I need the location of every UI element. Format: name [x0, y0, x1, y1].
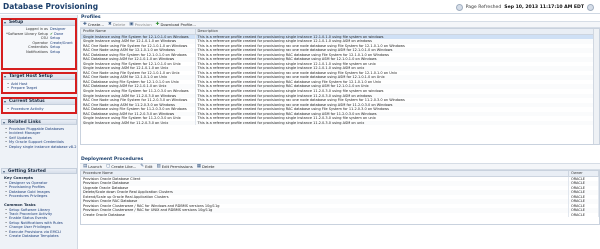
- related-links-header[interactable]: Related Links: [1, 119, 77, 125]
- setup-value-link[interactable]: Setup: [50, 50, 76, 54]
- profile-description-cell: This is a reference profile created for …: [195, 120, 599, 126]
- setup-key: Operator: [32, 40, 48, 45]
- profiles-toolbar: ✚ Create... ✖ Delete ▣ Provision ✚ Download …: [80, 21, 600, 28]
- target-host-header[interactable]: Target Host Setup: [3, 74, 75, 80]
- create-profile-button[interactable]: ✚ Create...: [83, 22, 104, 27]
- delete-procedure-button[interactable]: ▦ Delete: [197, 164, 215, 169]
- setup-value-link[interactable]: Done: [50, 32, 76, 36]
- edit-icon: ✎: [140, 164, 145, 169]
- setup-key: Notifications: [26, 49, 48, 54]
- delete-icon: ✖: [108, 22, 112, 27]
- related-links-list: Provision Pluggable DatabasesIncident Ma…: [1, 125, 77, 151]
- create-icon: ✚: [83, 22, 87, 27]
- delete-procedure-label: Delete: [202, 164, 215, 169]
- refresh-area: Page Refreshed Sep 10, 2013 11:17:10 AM …: [455, 4, 594, 11]
- provision-label: Provision: [134, 22, 152, 27]
- deployment-table: Procedure Name Owner Provision Oracle Dat…: [80, 170, 600, 225]
- key-concept-link[interactable]: Procedures Privileges: [5, 194, 73, 199]
- common-tasks-list: Setup Software LibraryTrack Procedure Ac…: [1, 208, 77, 241]
- provision-button[interactable]: ▣ Provision: [129, 22, 151, 27]
- create-label: Create...: [87, 22, 105, 27]
- delete-label: Delete: [112, 22, 126, 27]
- common-tasks-title: Common Tasks: [4, 201, 36, 207]
- procedure-name-cell: Create Oracle Database: [81, 212, 569, 218]
- target-host-panel: Target Host Setup Add HostPrepare Target: [1, 72, 77, 94]
- getting-started-panel: Getting Started Key Concepts Designer vs…: [1, 168, 77, 240]
- delete-profile-button[interactable]: ✖ Delete: [108, 22, 125, 27]
- help-icon[interactable]: [455, 4, 463, 11]
- edit-permissions-button[interactable]: ▥ Edit Permissions: [156, 164, 192, 169]
- profile-name-cell: RAC One Node using File System for 11.2.…: [81, 98, 196, 103]
- setup-header[interactable]: Setup: [3, 20, 75, 26]
- current-status-link[interactable]: Procedure Activity: [7, 107, 71, 112]
- deployment-body: Provision Oracle Database Client ORACLE Pr…: [81, 176, 599, 218]
- create-like-button[interactable]: ▢ Create Like...: [106, 164, 136, 169]
- main-content: Profiles ✚ Create... ✖ Delete ▣ Provision ✚…: [80, 15, 600, 249]
- refresh-icon[interactable]: [587, 4, 594, 11]
- setup-key: CSU: [40, 36, 48, 40]
- refresh-label: Page Refreshed: [465, 5, 502, 10]
- setup-value-link[interactable]: Create/Grant: [50, 41, 76, 45]
- setup-grid: Logged in as Designer *Software Library Se…: [3, 26, 75, 55]
- launch-button[interactable]: ▤ Launch: [83, 164, 102, 169]
- related-link[interactable]: Deploy single instance database v8.2: [5, 145, 77, 150]
- current-status-header[interactable]: Current Status: [3, 99, 75, 105]
- page-title: Database Provisioning: [3, 2, 99, 11]
- profile-name-cell: Single Instance using File System for 11…: [81, 89, 196, 94]
- edit-permissions-label: Edit Permissions: [161, 164, 193, 169]
- refresh-time: Sep 10, 2013 11:17:10 AM EDT: [504, 5, 584, 10]
- download-icon: ✚: [155, 22, 160, 27]
- create-like-icon: ▢: [106, 164, 111, 169]
- profiles-body: Single Instance using File System for 12…: [81, 34, 599, 126]
- profiles-table: Profile Name Description Single Instance …: [80, 28, 600, 145]
- setup-key: Logged in as: [25, 27, 48, 31]
- target-host-list: Add HostPrepare Target: [3, 80, 75, 93]
- setup-key: Credentials: [28, 45, 48, 49]
- download-profile-button[interactable]: ✚ Download Profile...: [156, 22, 196, 27]
- launch-icon: ▤: [83, 164, 88, 169]
- key-concepts-title: Key Concepts: [4, 175, 33, 180]
- delete-procedure-icon: ▦: [196, 164, 201, 169]
- getting-started-header[interactable]: Getting Started: [1, 168, 77, 174]
- create-like-label: Create Like...: [111, 164, 137, 169]
- permissions-icon: ▥: [156, 164, 161, 169]
- sidebar: Setup Logged in asDesigner*Software Libr…: [0, 15, 78, 249]
- setup-value-link[interactable]: Setup: [50, 45, 76, 49]
- setup-value-link[interactable]: Designer: [50, 27, 76, 31]
- app-window: { "header": { "title": "Database Provisi…: [0, 0, 600, 249]
- target-host-link[interactable]: Prepare Target: [7, 86, 71, 91]
- current-status-panel: Current Status Procedure Activity: [1, 97, 77, 114]
- table-row[interactable]: Create Oracle Database ORACLE: [81, 212, 599, 218]
- key-concepts-list: Designer vs OperatorProvisioning Profile…: [1, 181, 77, 201]
- related-links-panel: Related Links Provision Pluggable Databa…: [1, 119, 77, 151]
- page-header: Database Provisioning Page Refreshed Sep…: [0, 0, 600, 14]
- download-label: Download Profile...: [160, 22, 196, 27]
- table-row[interactable]: Single Instance using ASM for 11.2.0.3.0…: [81, 120, 599, 126]
- setup-value-link[interactable]: Setup: [50, 36, 76, 40]
- edit-button[interactable]: ✎ Edit: [140, 164, 152, 169]
- profile-name-cell: Single Instance using ASM for 11.2.0.3.0…: [81, 120, 196, 126]
- provision-icon: ▣: [129, 22, 134, 27]
- procedure-owner-cell: ORACLE: [568, 212, 599, 218]
- launch-label: Launch: [88, 164, 103, 169]
- deployment-toolbar: ▤ Launch ▢ Create Like... ✎ Edit ▥ Edit Perm…: [80, 163, 600, 170]
- common-task-link[interactable]: Create Database Templates: [5, 234, 73, 239]
- current-status-list: Procedure Activity: [3, 105, 75, 113]
- edit-label: Edit: [145, 164, 153, 169]
- setup-key: *Software Library Setup: [6, 31, 48, 36]
- profiles-scrollbar[interactable]: [593, 29, 599, 144]
- setup-panel: Setup Logged in asDesigner*Software Libr…: [1, 18, 77, 70]
